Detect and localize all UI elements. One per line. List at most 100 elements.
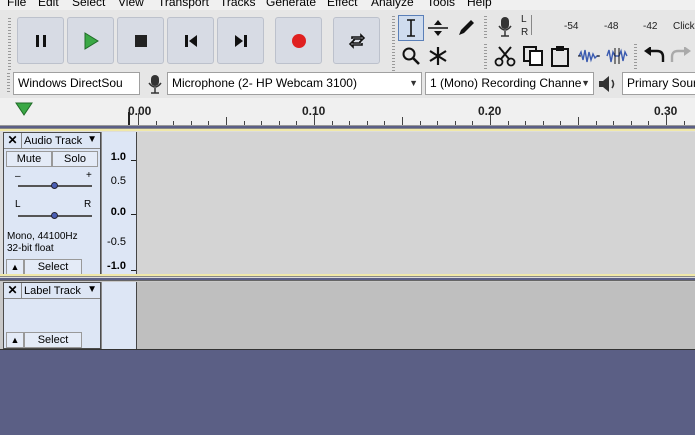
menu-view[interactable]: View: [118, 0, 144, 9]
pan-left-label: L: [15, 199, 21, 210]
audio-track-name[interactable]: Audio Track: [24, 133, 82, 149]
copy-button[interactable]: [520, 43, 546, 69]
pencil-icon: [459, 20, 474, 35]
skip-to-start-button[interactable]: [167, 17, 214, 64]
menu-effect[interactable]: Effect: [327, 0, 357, 9]
ruler-tick: [648, 121, 649, 125]
meter-click-hint: Click: [673, 21, 695, 32]
pan-right-label: R: [84, 199, 92, 210]
label-track: ✕ Label Track ▼ ▲ Select: [0, 280, 695, 350]
loop-button[interactable]: [333, 17, 380, 64]
silence-audio-button[interactable]: [604, 43, 630, 69]
recording-device-select[interactable]: Microphone (2- HP Webcam 3100) ▼: [167, 72, 422, 95]
record-meter-button[interactable]: [492, 14, 518, 40]
recording-channels-select[interactable]: 1 (Mono) Recording Channe ▼: [425, 72, 594, 95]
gain-slider[interactable]: [18, 182, 92, 189]
zoom-tool[interactable]: [398, 43, 424, 69]
pinned-play-head-button[interactable]: [13, 100, 39, 122]
menu-tools[interactable]: Tools: [427, 0, 455, 9]
cut-button[interactable]: [492, 43, 518, 69]
undo-toolbar-grip[interactable]: [634, 44, 637, 70]
track-format-bits: 32-bit float: [7, 243, 54, 254]
mute-button[interactable]: Mute: [6, 151, 52, 167]
play-button[interactable]: [67, 17, 114, 64]
tools-toolbar-grip[interactable]: [392, 16, 395, 72]
ruler-tick: [332, 121, 333, 125]
text-cursor-icon: [407, 19, 415, 37]
audio-track-control-panel[interactable]: ✕ Audio Track ▼ Mute Solo – + L R Mono, …: [3, 132, 101, 276]
audio-host-select[interactable]: Windows DirectSou: [13, 72, 140, 95]
recording-meter-bar[interactable]: -54 -48 -42 Click: [531, 15, 695, 35]
paste-button[interactable]: [547, 43, 573, 69]
label-track-area[interactable]: [137, 282, 695, 349]
audio-track-vertical-ruler[interactable]: 1.0 0.5 0.0 -0.5 -1.0: [101, 132, 137, 276]
close-track-button[interactable]: ✕: [4, 283, 22, 299]
selection-tool[interactable]: [398, 15, 424, 41]
menu-generate[interactable]: Generate: [266, 0, 316, 9]
collapse-track-button[interactable]: ▲: [6, 259, 24, 275]
chevron-down-icon: ▼: [581, 78, 590, 88]
magnifier-icon: [402, 47, 420, 65]
label-track-title-bar: ✕ Label Track ▼: [4, 283, 100, 299]
transport-toolbar-grip[interactable]: [8, 18, 11, 72]
record-button[interactable]: [275, 17, 322, 64]
envelope-tool[interactable]: [425, 15, 451, 41]
pause-button[interactable]: [17, 17, 64, 64]
pan-slider-handle[interactable]: [51, 212, 58, 219]
loop-icon: [348, 32, 365, 49]
pan-slider[interactable]: [18, 212, 92, 219]
select-track-button[interactable]: Select: [24, 332, 82, 348]
scissors-icon: [494, 46, 516, 67]
collapse-track-button[interactable]: ▲: [6, 332, 24, 348]
menu-select[interactable]: Select: [72, 0, 105, 9]
multi-tool[interactable]: [425, 43, 451, 69]
ruler-tick: [156, 121, 157, 125]
ruler-tick: [684, 121, 685, 125]
menu-tracks[interactable]: Tracks: [220, 0, 256, 9]
skip-end-icon: [234, 34, 247, 47]
track-menu-dropdown-icon[interactable]: ▼: [87, 134, 97, 145]
menu-help[interactable]: Help: [467, 0, 492, 9]
undo-icon: [644, 47, 665, 62]
speaker-icon: [599, 76, 615, 92]
stop-button[interactable]: [117, 17, 164, 64]
ruler-tick: [191, 121, 192, 125]
menu-analyze[interactable]: Analyze: [371, 0, 414, 9]
trim-audio-button[interactable]: [576, 43, 602, 69]
menu-file[interactable]: File: [7, 0, 26, 9]
meter-scale-54: -54: [564, 21, 579, 32]
trim-icon: [578, 49, 600, 63]
undo-button[interactable]: [641, 43, 667, 69]
ruler-tick: [472, 121, 473, 125]
toolbar-area: L R -54 -48 -42 Click Windows DirectSou …: [0, 10, 695, 98]
label-track-control-panel[interactable]: ✕ Label Track ▼ ▲ Select: [3, 282, 101, 349]
edit-toolbar-grip[interactable]: [484, 44, 487, 70]
ruler-tick: [279, 121, 280, 125]
audio-waveform-area[interactable]: [137, 132, 695, 276]
playback-device-select[interactable]: Primary Sour: [622, 72, 695, 95]
label-track-name[interactable]: Label Track: [24, 283, 81, 299]
draw-tool[interactable]: [453, 15, 479, 41]
device-toolbar-grip[interactable]: [7, 73, 10, 93]
track-menu-dropdown-icon[interactable]: ▼: [87, 284, 97, 295]
close-track-button[interactable]: ✕: [4, 133, 22, 149]
ruler-tick: [543, 121, 544, 125]
menu-transport[interactable]: Transport: [158, 0, 209, 9]
solo-button[interactable]: Solo: [52, 151, 98, 167]
close-icon: ✕: [7, 133, 18, 147]
amplitude-tick: [131, 270, 136, 271]
menu-edit[interactable]: Edit: [38, 0, 59, 9]
amplitude-label: 0.0: [110, 206, 126, 218]
recording-meter-grip[interactable]: [484, 16, 487, 40]
gain-slider-handle[interactable]: [51, 182, 58, 189]
skip-to-end-button[interactable]: [217, 17, 264, 64]
timeline-ruler[interactable]: 0.00 0.10 0.20 0.30: [0, 98, 695, 126]
select-track-button[interactable]: Select: [24, 259, 82, 275]
ruler-tick: [508, 121, 509, 125]
ruler-tick: [367, 121, 368, 125]
audio-track-focus-border-bottom: [0, 274, 695, 277]
stop-icon: [134, 34, 147, 47]
clipboard-icon: [551, 46, 569, 67]
redo-button[interactable]: [668, 43, 694, 69]
amplitude-label: -0.5: [107, 236, 126, 248]
